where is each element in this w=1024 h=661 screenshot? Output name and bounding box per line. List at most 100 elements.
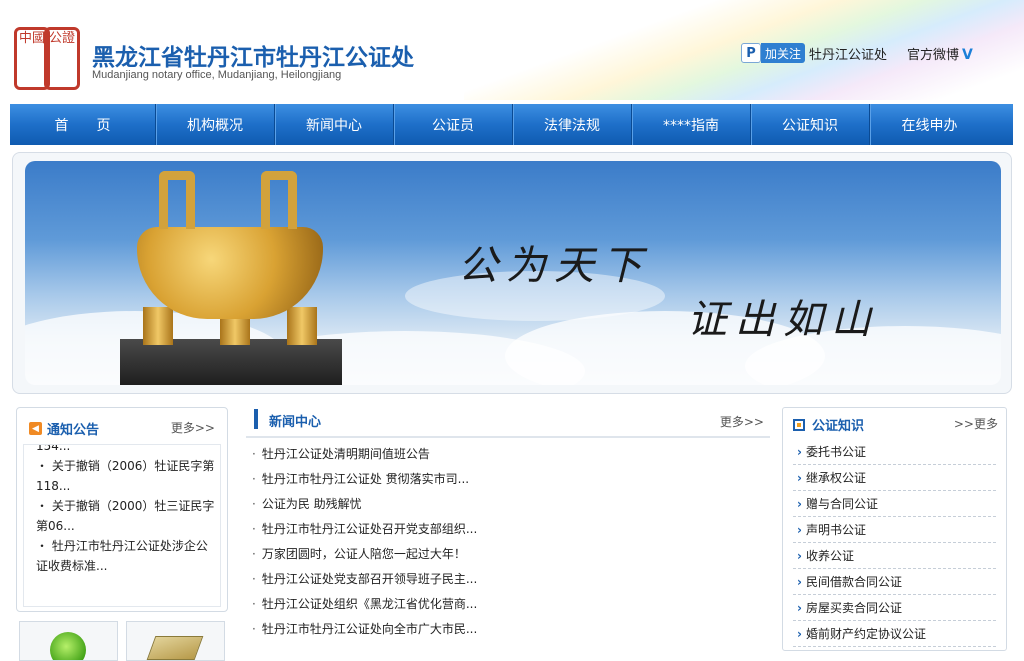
nav-item-about[interactable]: 机构概况 (156, 104, 275, 145)
knowledge-header: 公证知识 (793, 415, 864, 434)
ding-leg (287, 307, 317, 345)
news-item[interactable]: · 牡丹江公证处党支部召开领导班子民主... (252, 567, 477, 592)
news-more-link[interactable]: 更多>> (720, 413, 764, 430)
nav-item-news[interactable]: 新闻中心 (275, 104, 394, 145)
knowledge-item[interactable]: › 声明书公证 (793, 517, 996, 543)
ding-handle (159, 171, 195, 229)
knowledge-item-text: 赠与合同公证 (805, 497, 878, 511)
notice-scroll-list: 154... ・ 关于撤销（2006）牡证民字第118... ・ 关于撤销（20… (23, 444, 221, 607)
news-item[interactable]: · 牡丹江市牡丹江公证处召开党支部组织... (252, 517, 477, 542)
chevron-right-icon: › (797, 627, 802, 641)
seal-text-left: 中國 (18, 31, 45, 46)
news-panel: 新闻中心 更多>> · 牡丹江公证处清明期间值班公告 · 牡丹江市牡丹江公证处 贯彻… (246, 405, 770, 655)
knowledge-item[interactable]: › 继承权公证 (793, 465, 996, 491)
knowledge-item-text: 继承权公证 (805, 471, 866, 485)
knowledge-item-text: 委托书公证 (805, 445, 866, 459)
seal-text-right: 公證 (48, 31, 75, 46)
bullet-icon: · (252, 472, 256, 486)
site-subtitle: Mudanjiang notary office, Mudanjiang, He… (92, 69, 342, 81)
list-item[interactable]: ・ 关于撤销（2006）牡证民字第118... (36, 456, 216, 496)
knowledge-item-text: 声明书公证 (805, 523, 866, 537)
knowledge-item[interactable]: › 赠与合同公证 (793, 491, 996, 517)
ding-pedestal (120, 339, 342, 385)
nav-item-notaries[interactable]: 公证员 (394, 104, 513, 145)
notice-title: 通知公告 (47, 423, 100, 438)
bullet-icon: · (252, 597, 256, 611)
knowledge-item[interactable]: › 委托书公证 (793, 439, 996, 465)
knowledge-item[interactable]: › 婚前财产约定协议公证 (793, 621, 996, 647)
knowledge-item[interactable]: › 房屋买卖合同公证 (793, 595, 996, 621)
knowledge-item[interactable]: › 民间借款合同公证 (793, 569, 996, 595)
list-item[interactable]: ・ 牡丹江市牡丹江公证处涉企公证收费标准... (36, 536, 216, 576)
official-weibo-link[interactable]: 官方微博 V (907, 44, 973, 63)
news-item[interactable]: · 牡丹江市牡丹江公证处 贯彻落实市司... (252, 467, 477, 492)
notary-seal-logo-right: 公證 (44, 27, 80, 90)
news-item-text: 万家团圆时，公证人陪您一起过大年！ (261, 547, 466, 561)
knowledge-item-text: 民间借款合同公证 (805, 575, 902, 589)
calligraphy-line-1: 公为天下 (458, 243, 650, 289)
chevron-right-icon: › (797, 549, 802, 563)
news-item[interactable]: · 牡丹江公证处清明期间值班公告 (252, 442, 477, 467)
weibo-v-icon: V (962, 47, 973, 63)
site-header: 中國 公證 黑龙江省牡丹江市牡丹江公证处 Mudanjiang notary o… (0, 0, 1024, 104)
news-header: 新闻中心 更多>> (246, 405, 770, 438)
news-item-text: 牡丹江公证处党支部召开领导班子民主... (261, 572, 478, 586)
weibo-follow-button[interactable]: P 加关注 (741, 42, 806, 64)
list-item[interactable]: ・ 关于撤销（2000）牡三证民字第06... (36, 496, 216, 536)
main-navigation: 首 页 机构概况 新闻中心 公证员 法律法规 ****指南 公证知识 在线申办 (10, 104, 1013, 145)
news-item-text: 牡丹江市牡丹江公证处 贯彻落实市司... (261, 472, 470, 486)
nav-item-home[interactable]: 首 页 (10, 104, 156, 145)
weibo-p-icon: P (741, 43, 761, 63)
hero-banner: 公为天下 证出如山 (25, 161, 1001, 385)
news-item[interactable]: · 公证为民 助残解忧 (252, 492, 477, 517)
title-accent-bar (254, 409, 258, 429)
news-title: 新闻中心 (269, 415, 322, 430)
news-item-text: 牡丹江公证处清明期间值班公告 (261, 447, 430, 461)
nav-item-laws[interactable]: 法律法规 (513, 104, 632, 145)
news-item-text: 牡丹江公证处组织《黑龙江省优化营商... (261, 597, 478, 611)
knowledge-item[interactable]: › 收养公证 (793, 543, 996, 569)
news-item-text: 牡丹江市牡丹江公证处向全市广大市民... (261, 622, 478, 636)
knowledge-more-link[interactable]: >>更多 (954, 415, 998, 432)
news-list: · 牡丹江公证处清明期间值班公告 · 牡丹江市牡丹江公证处 贯彻落实市司... · 公… (252, 442, 477, 642)
site-title: 黑龙江省牡丹江市牡丹江公证处 (92, 45, 414, 71)
news-item[interactable]: · 牡丹江公证处组织《黑龙江省优化营商... (252, 592, 477, 617)
news-item-text: 牡丹江市牡丹江公证处召开党支部组织... (261, 522, 478, 536)
promo-tile-fees[interactable] (126, 621, 225, 661)
knowledge-list: › 委托书公证 › 继承权公证 › 赠与合同公证 › 声明书公证 › 收养公证 › 民间借款… (793, 439, 996, 647)
knowledge-item-text: 婚前财产约定协议公证 (805, 627, 926, 641)
square-list-icon (793, 418, 805, 431)
follow-account-name[interactable]: 牡丹江公证处 (809, 44, 887, 63)
chevron-right-icon: › (797, 445, 802, 459)
knowledge-item-text: 收养公证 (805, 549, 854, 563)
bronze-ding-vessel (137, 227, 323, 319)
bullet-icon: · (252, 622, 256, 636)
chevron-right-icon: › (797, 575, 802, 589)
news-item[interactable]: · 万家团圆时，公证人陪您一起过大年！ (252, 542, 477, 567)
news-item-text: 公证为民 助残解忧 (261, 497, 362, 511)
bullet-icon: · (252, 497, 256, 511)
nav-item-guide[interactable]: ****指南 (632, 104, 751, 145)
promo-tile-download[interactable] (19, 621, 118, 661)
knowledge-title: 公证知识 (812, 419, 865, 434)
follow-label: 加关注 (761, 43, 806, 63)
speaker-icon: ◀ (29, 422, 42, 435)
notice-header: ◀ 通知公告 (29, 419, 99, 438)
banknote-icon (146, 636, 204, 660)
knowledge-panel: 公证知识 >>更多 › 委托书公证 › 继承权公证 › 赠与合同公证 › 声明书公证 ›… (782, 407, 1007, 651)
bullet-icon: · (252, 447, 256, 461)
bullet-icon: · (252, 572, 256, 586)
news-item[interactable]: · 牡丹江市牡丹江公证处向全市广大市民... (252, 617, 477, 642)
nav-item-knowledge[interactable]: 公证知识 (751, 104, 870, 145)
ding-handle (261, 171, 297, 229)
nav-item-online-apply[interactable]: 在线申办 (870, 104, 989, 145)
chevron-right-icon: › (797, 471, 802, 485)
knowledge-item-text: 房屋买卖合同公证 (805, 601, 902, 615)
bullet-icon: · (252, 522, 256, 536)
list-item[interactable]: 154... (36, 445, 216, 456)
chevron-right-icon: › (797, 601, 802, 615)
weibo-label: 官方微博 (907, 48, 960, 63)
calligraphy-line-2: 证出如山 (687, 297, 879, 343)
notice-more-link[interactable]: 更多>> (171, 419, 215, 436)
chevron-right-icon: › (797, 497, 802, 511)
